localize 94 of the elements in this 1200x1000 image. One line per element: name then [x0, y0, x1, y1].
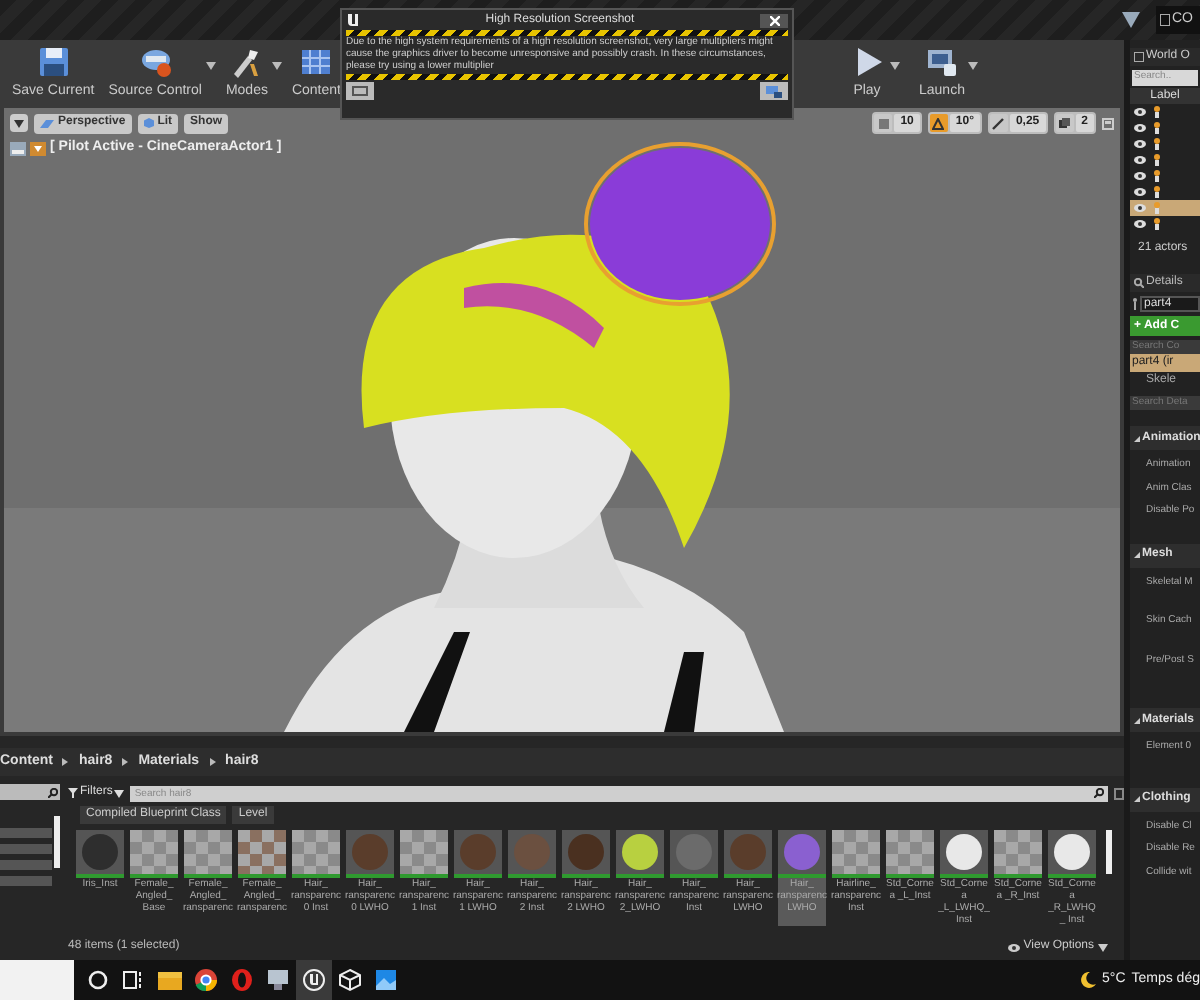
browser-icon: [194, 968, 218, 992]
sphere-thumbnail-icon: [454, 830, 502, 878]
chevron-icon: [209, 758, 216, 766]
frame-icon: [352, 86, 368, 96]
logo-icon: [346, 12, 360, 28]
plane-icon: [40, 119, 54, 127]
moon-icon: [1080, 972, 1096, 988]
sphere-thumbnail-icon: [508, 830, 556, 878]
eye-icon: [1134, 156, 1146, 164]
search-field[interactable]: [0, 784, 60, 800]
engine-logo-icon: [302, 968, 326, 992]
circle-icon: [86, 968, 110, 992]
checker-thumbnail-icon: [400, 830, 448, 878]
search-icon: [48, 787, 58, 797]
eye-icon: [1134, 204, 1146, 212]
photo-icon: [374, 968, 398, 992]
search-icon: [1094, 788, 1104, 798]
monitor-icon: [266, 968, 290, 992]
sphere-thumbnail-icon: [670, 830, 718, 878]
folder-icon: [158, 968, 182, 992]
cube-icon: [143, 118, 154, 128]
triangle-icon: [932, 117, 945, 129]
figure-icon: [1152, 106, 1162, 118]
snap-toggle[interactable]: [989, 114, 1008, 132]
expand-icon: [1134, 435, 1140, 441]
caret-icon[interactable]: [114, 789, 125, 797]
capture-button[interactable]: [760, 82, 788, 100]
sphere-thumbnail-icon: [562, 830, 610, 878]
scrollbar[interactable]: [54, 816, 60, 868]
expand-icon: [1134, 717, 1140, 723]
figure-icon: [1152, 202, 1162, 214]
figure-icon: [1152, 138, 1162, 150]
eye-icon: [1134, 220, 1146, 228]
filter-icon: [68, 788, 78, 798]
sphere-thumbnail-icon: [724, 830, 772, 878]
close-icon: [769, 15, 779, 25]
task-view-icon: [122, 968, 146, 992]
grid-icon: [298, 45, 335, 77]
checker-thumbnail-icon: [886, 830, 934, 878]
search-field[interactable]: [0, 960, 74, 1000]
checker-thumbnail-icon: [130, 830, 178, 878]
caret-icon[interactable]: [271, 62, 282, 70]
expand-icon: [1134, 552, 1140, 558]
eye-icon: [1134, 140, 1146, 148]
figure-icon: [1152, 122, 1162, 134]
figure-icon: [1152, 154, 1162, 166]
sphere-thumbnail-icon: [616, 830, 664, 878]
snap-toggle[interactable]: [1055, 114, 1074, 132]
monitor-icon: [766, 85, 782, 97]
down-arrow-icon[interactable]: [1122, 12, 1140, 28]
figure-icon: [1132, 298, 1138, 310]
list-icon: [1134, 52, 1144, 62]
figure-icon: [1152, 170, 1162, 182]
caret-icon[interactable]: [205, 62, 216, 70]
save-search-icon[interactable]: [1114, 787, 1124, 799]
grid-square-icon: [877, 117, 890, 129]
caret-icon[interactable]: [14, 119, 24, 127]
chevron-icon: [122, 758, 129, 766]
document-icon: [1160, 14, 1170, 26]
cube-icon: [338, 968, 362, 992]
eye-icon: [1134, 188, 1146, 196]
figure-icon: [1152, 186, 1162, 198]
checker-thumbnail-icon: [184, 830, 232, 878]
caret-icon[interactable]: [968, 62, 979, 70]
caret-icon[interactable]: [889, 62, 899, 70]
eye-icon: [1134, 108, 1146, 116]
expand-icon: [1134, 796, 1140, 802]
checker-thumbnail-icon: [292, 830, 340, 878]
layers-icon: [1058, 117, 1071, 129]
taskbar-app[interactable]: [296, 960, 332, 1000]
checker-thumbnail-icon: [238, 830, 286, 878]
scrollbar[interactable]: [1106, 830, 1112, 874]
close-button[interactable]: [760, 13, 788, 27]
capture-region-button[interactable]: [346, 82, 374, 100]
search-icon: [1134, 278, 1144, 288]
snap-toggle[interactable]: [874, 114, 893, 132]
sphere-thumbnail-icon: [1048, 830, 1096, 878]
checker-thumbnail-icon: [832, 830, 880, 878]
sphere-thumbnail-icon: [940, 830, 988, 878]
chevron-icon: [62, 758, 69, 766]
figure-icon: [1152, 218, 1162, 230]
browser-icon: [230, 968, 254, 992]
sphere-thumbnail-icon: [76, 830, 124, 878]
caret-icon[interactable]: [1098, 943, 1108, 951]
monitor-icon: [923, 45, 960, 77]
sphere-thumbnail-icon: [778, 830, 826, 878]
maximize-icon[interactable]: [1102, 117, 1114, 129]
eye-icon: [1007, 943, 1020, 951]
eye-icon: [1134, 172, 1146, 180]
eye-icon: [1134, 124, 1146, 132]
checker-thumbnail-icon: [994, 830, 1042, 878]
snap-toggle[interactable]: [929, 114, 948, 132]
sphere-thumbnail-icon: [346, 830, 394, 878]
viewport-menu-button[interactable]: [10, 114, 28, 132]
